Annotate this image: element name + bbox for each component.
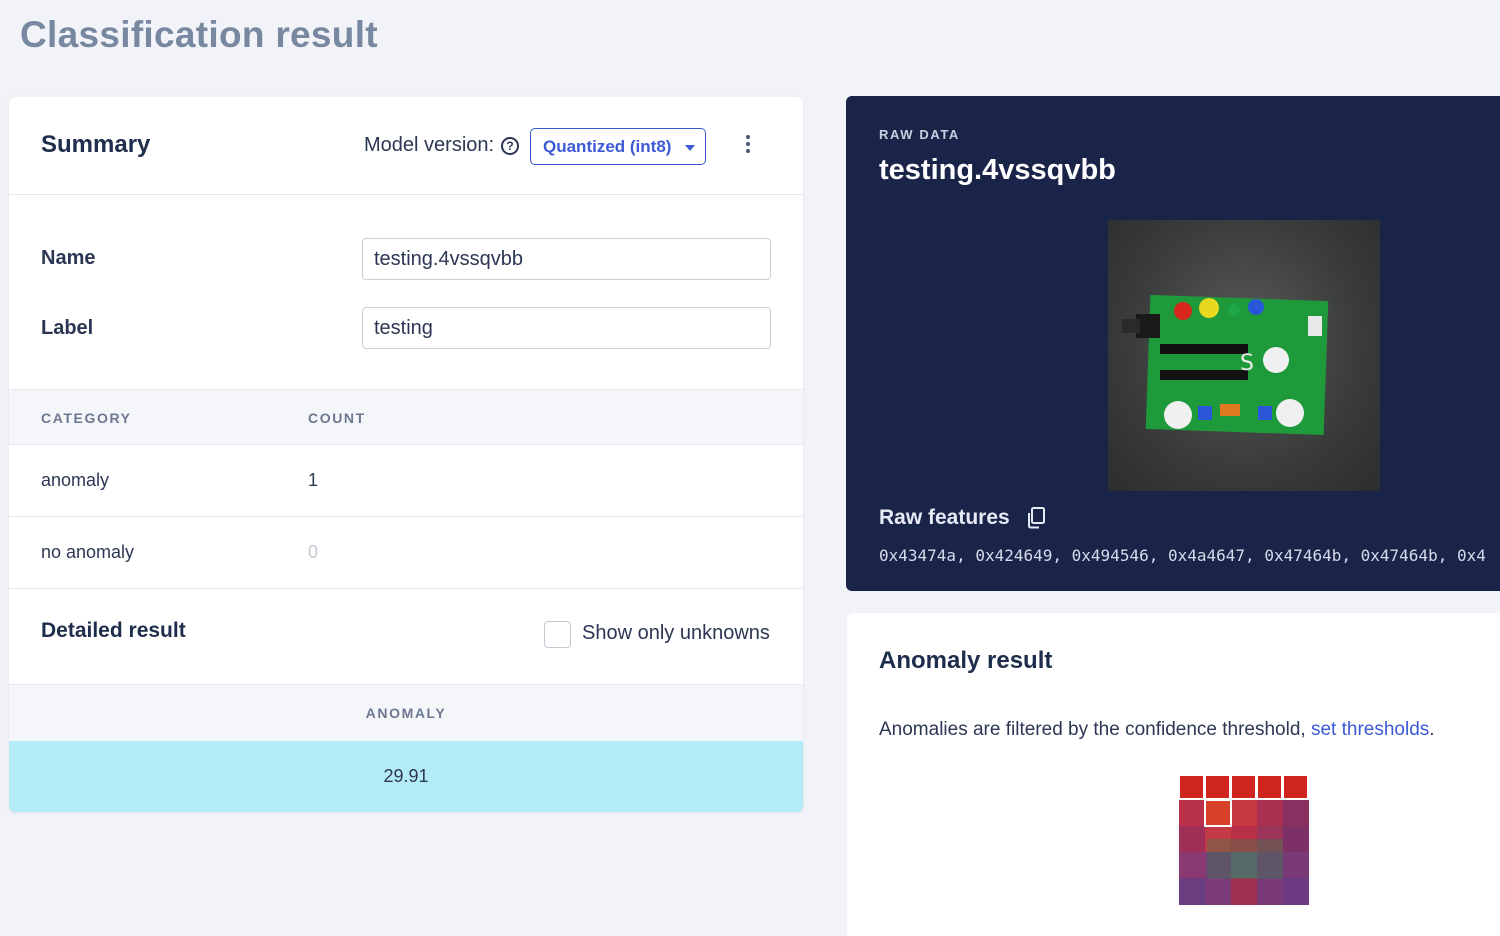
model-version-select[interactable]: Quantized (int8) [530,128,706,165]
label-field[interactable] [362,307,771,349]
show-only-unknowns-checkbox[interactable] [544,621,571,648]
raw-data-title: testing.4vssqvbb [879,154,1116,186]
anomaly-description: Anomalies are filtered by the confidence… [879,719,1435,741]
help-circle-icon[interactable]: ? [501,137,519,155]
label-label: Label [41,317,94,339]
summary-title: Summary [41,131,151,158]
raw-data-kicker: RAW DATA [879,127,960,142]
pcb-board-image: S [1122,294,1329,436]
page-title: Classification result [20,14,378,55]
caret-down-icon [685,145,695,151]
show-only-unknowns-label[interactable]: Show only unknowns [582,622,770,645]
name-label: Name [41,247,96,269]
table-row: no anomaly 0 [9,517,803,589]
anomaly-result-card: Anomaly result Anomalies are filtered by… [847,613,1500,936]
kebab-menu-icon[interactable] [742,135,754,157]
anomaly-score: 29.91 [383,766,429,786]
set-thresholds-link[interactable]: set thresholds [1311,719,1429,740]
anomaly-table-header: ANOMALY [9,684,803,741]
copy-icon[interactable] [1026,507,1046,529]
table-row: anomaly 1 [9,445,803,517]
anomaly-result-row[interactable]: 29.91 [9,741,803,812]
raw-features-label: Raw features [879,506,1010,529]
svg-text:S: S [1240,351,1254,376]
model-version-label: Model version: [364,134,495,156]
anomaly-grid-image [1179,776,1309,905]
column-header-count: COUNT [308,410,366,426]
summary-header: Summary Model version: ? Quantized (int8… [9,97,803,195]
category-cell: no anomaly [41,542,135,562]
column-header-category: CATEGORY [41,410,132,426]
raw-data-card: RAW DATA testing.4vssqvbb S Raw features [846,96,1500,591]
raw-features-values: 0x43474a, 0x424649, 0x494546, 0x4a4647, … [879,546,1486,565]
category-cell: anomaly [41,470,110,490]
anomaly-description-text: Anomalies are filtered by the confidence… [879,719,1311,740]
anomaly-description-suffix: . [1429,719,1435,740]
name-field[interactable] [362,238,771,280]
anomaly-result-title: Anomaly result [879,647,1053,674]
model-version-value: Quantized (int8) [543,137,672,156]
count-cell: 0 [308,542,319,562]
count-cell: 1 [308,470,319,490]
detailed-result-title: Detailed result [41,619,186,642]
category-table-header: CATEGORY COUNT [9,389,803,445]
summary-card: Summary Model version: ? Quantized (int8… [9,97,803,812]
sample-image: S [1108,220,1380,491]
anomaly-heatmap [1179,775,1309,905]
column-header-anomaly: ANOMALY [365,705,447,721]
